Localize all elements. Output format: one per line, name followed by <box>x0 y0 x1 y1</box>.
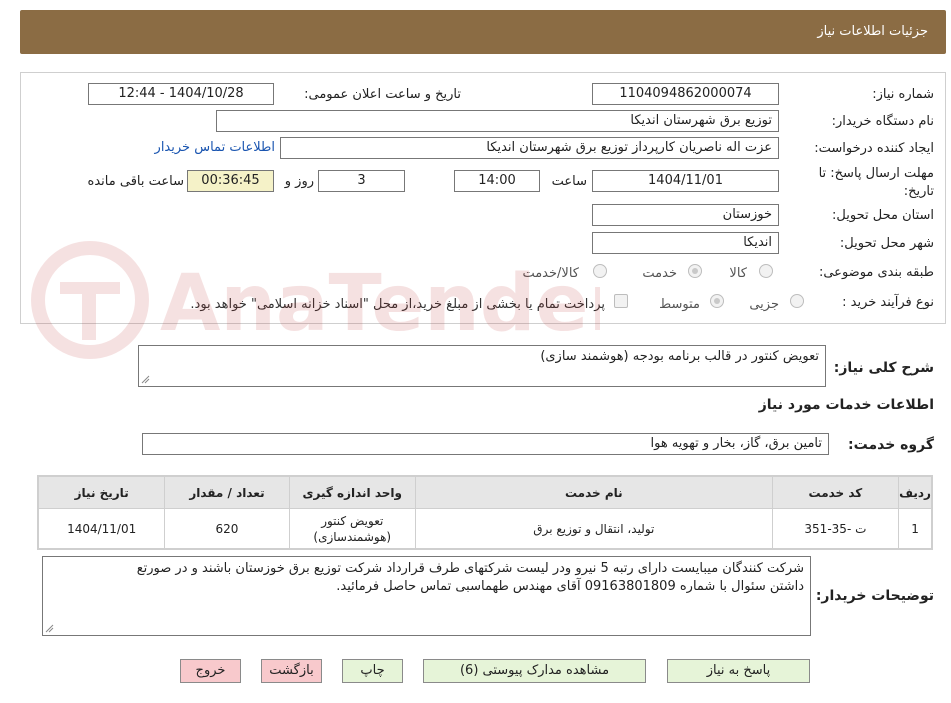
process-option-minor: جزیی <box>749 297 779 312</box>
category-radio-service[interactable] <box>688 264 702 278</box>
process-radio-minor[interactable] <box>790 294 804 308</box>
process-option-medium: متوسط <box>659 297 700 312</box>
days-field: 3 <box>318 170 405 192</box>
cell-unit-line2: (هوشمندسازی) <box>313 529 392 544</box>
city-field: اندیکا <box>592 232 779 254</box>
resize-handle-icon[interactable] <box>141 375 150 384</box>
deadline-label: مهلت ارسال پاسخ: تا <box>818 166 934 181</box>
buyer-notes-field: شرکت کنندگان میبایست دارای رتبه 5 نیرو و… <box>42 556 811 636</box>
col-header-row-number: ردیف <box>898 476 932 509</box>
cell-row-number: 1 <box>898 508 932 549</box>
creator-label: ایجاد کننده درخواست: <box>814 141 934 156</box>
buyer-org-field: توزیع برق شهرستان اندیکا <box>216 110 779 132</box>
buyer-contact-link[interactable]: اطلاعات تماس خریدار <box>155 140 275 155</box>
back-button[interactable]: بازگشت <box>261 659 322 683</box>
summary-label: شرح کلی نیاز: <box>833 360 934 376</box>
need-number-field: 1104094862000074 <box>592 83 779 105</box>
reply-button[interactable]: پاسخ به نیاز <box>667 659 810 683</box>
deadline-time-label: ساعت <box>551 174 587 189</box>
services-table: ردیف کد خدمت نام خدمت واحد اندازه گیری ت… <box>37 475 933 550</box>
col-header-quantity: تعداد / مقدار <box>164 476 290 509</box>
col-header-service-name: نام خدمت <box>414 476 773 509</box>
category-radio-goods-service[interactable] <box>593 264 607 278</box>
announce-label: تاریخ و ساعت اعلان عمومی: <box>304 87 461 102</box>
remaining-time-field: 00:36:45 <box>187 170 274 192</box>
province-label: استان محل تحویل: <box>832 208 934 223</box>
treasury-checkbox[interactable] <box>614 294 628 308</box>
resize-handle-icon[interactable] <box>45 624 54 633</box>
col-header-unit: واحد اندازه گیری <box>288 476 416 509</box>
page-title: جزئیات اطلاعات نیاز <box>817 24 928 39</box>
days-label: روز و <box>284 174 314 189</box>
cell-service-code: ت -35-351 <box>771 508 900 549</box>
table-row: 1 ت -35-351 تولید، انتقال و توزیع برق تع… <box>37 508 932 549</box>
cell-unit: تعویض کنتور (هوشمندسازی) <box>288 508 416 549</box>
deadline-label-date: تاریخ: <box>903 184 934 199</box>
category-option-goods-service: کالا/خدمت <box>522 266 579 281</box>
province-field: خوزستان <box>592 204 779 226</box>
category-label: طبقه بندی موضوعی: <box>818 265 934 280</box>
cell-quantity: 620 <box>164 508 290 549</box>
buyer-notes-line1: شرکت کنندگان میبایست دارای رتبه 5 نیرو و… <box>136 561 804 576</box>
category-radio-goods[interactable] <box>759 264 773 278</box>
category-option-service: خدمت <box>642 266 677 281</box>
announce-datetime-field: 1404/10/28 - 12:44 <box>88 83 274 105</box>
summary-text: تعویض کنتور در قالب برنامه بودجه (هوشمند… <box>540 349 819 364</box>
exit-button[interactable]: خروج <box>180 659 241 683</box>
summary-field: تعویض کنتور در قالب برنامه بودجه (هوشمند… <box>138 345 826 387</box>
buyer-notes-line2: داشتن سئوال با شماره 09163801809 آقای مه… <box>336 579 804 594</box>
category-option-goods: کالا <box>729 266 747 281</box>
col-header-service-code: کد خدمت <box>771 476 900 509</box>
page-header: جزئیات اطلاعات نیاز <box>20 10 946 54</box>
service-group-label: گروه خدمت: <box>848 437 934 453</box>
city-label: شهر محل تحویل: <box>839 236 934 251</box>
table-header-row: ردیف کد خدمت نام خدمت واحد اندازه گیری ت… <box>37 476 932 509</box>
process-label: نوع فرآیند خرید : <box>842 295 934 310</box>
treasury-note: پرداخت تمام یا بخشی از مبلغ خرید،از محل … <box>190 297 605 312</box>
process-radio-medium[interactable] <box>710 294 724 308</box>
buyer-notes-label: توضیحات خریدار: <box>815 588 934 604</box>
col-header-need-date: تاریخ نیاز <box>37 476 166 509</box>
cell-need-date: 1404/11/01 <box>37 508 166 549</box>
buyer-org-label: نام دستگاه خریدار: <box>831 114 934 129</box>
deadline-date-field: 1404/11/01 <box>592 170 779 192</box>
services-title: اطلاعات خدمات مورد نیاز <box>758 397 934 413</box>
print-button[interactable]: چاپ <box>342 659 403 683</box>
remaining-label: ساعت باقی مانده <box>87 174 184 189</box>
cell-unit-line1: تعویض کنتور <box>321 513 384 528</box>
deadline-time-field: 14:00 <box>454 170 540 192</box>
need-number-label: شماره نیاز: <box>872 87 934 102</box>
service-group-field: تامین برق، گاز، بخار و تهویه هوا <box>142 433 829 455</box>
creator-field: عزت اله ناصریان کارپرداز توزیع برق شهرست… <box>280 137 779 159</box>
cell-service-name: تولید، انتقال و توزیع برق <box>414 508 773 549</box>
view-attachments-button[interactable]: مشاهده مدارک پیوستی (6) <box>423 659 646 683</box>
